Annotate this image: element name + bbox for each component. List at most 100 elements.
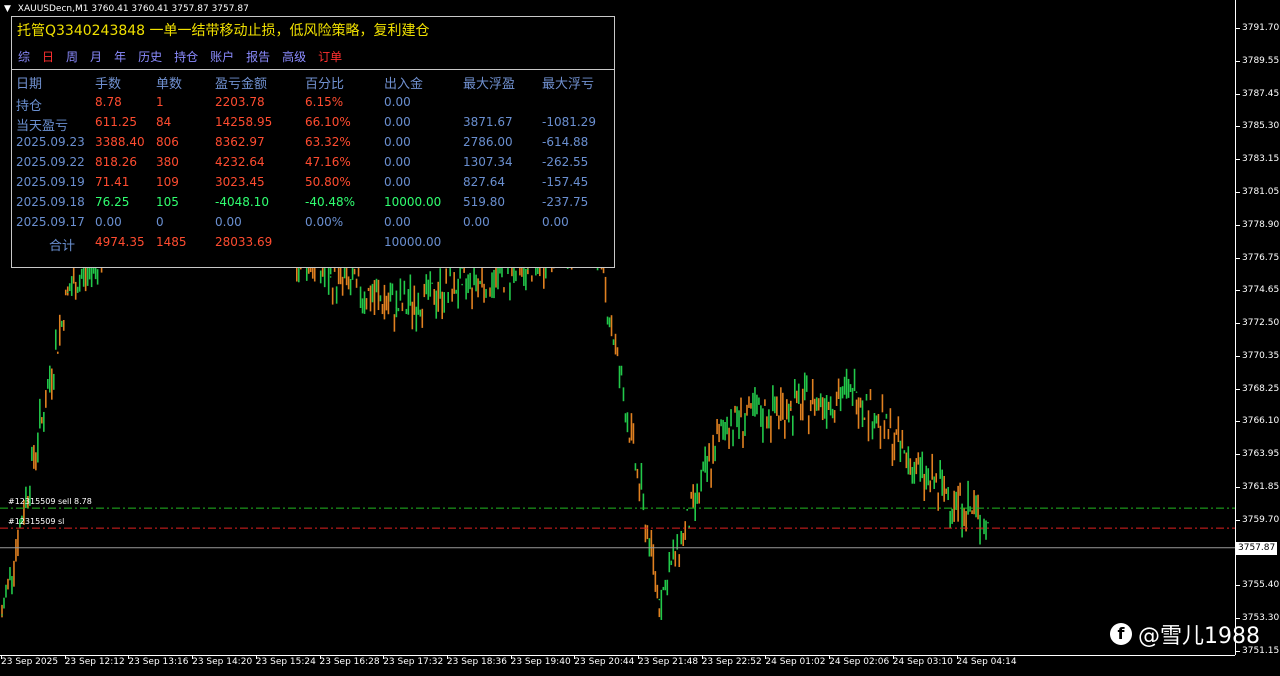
table-cell-orders: 1485 — [156, 235, 187, 249]
table-cell-max-profit: 0.00 — [463, 215, 490, 229]
panel-tab[interactable]: 综 — [18, 48, 30, 65]
panel-tab[interactable]: 年 — [114, 48, 126, 65]
table-cell-max-profit: 3871.67 — [463, 115, 513, 129]
price-axis-label: 3763.95 — [1242, 449, 1280, 460]
column-header: 最大浮亏 — [542, 77, 595, 92]
stats-table-row: 合计 4974.35 1485 28033.69 10000.00 — [12, 235, 614, 255]
table-cell-date: 2025.09.22 — [16, 155, 85, 169]
order-line-label[interactable]: #12315509 sell 8.78 — [8, 497, 92, 506]
stats-table-row: 当天盈亏 611.25 84 14258.95 66.10% 0.00 3871.67 -10… — [12, 115, 614, 135]
panel-tab[interactable]: 周 — [66, 48, 78, 65]
price-axis-label: 3772.50 — [1242, 318, 1280, 329]
panel-tabs: 综日周月年历史 持仓 账户 报告 高级 订单 — [18, 48, 354, 65]
price-axis-tick — [1236, 28, 1240, 29]
time-axis-label: 23 Sep 16:28 — [319, 657, 380, 667]
price-axis-label: 3770.35 — [1242, 350, 1280, 361]
table-cell-lots: 0.00 — [95, 215, 122, 229]
table-cell-orders: 84 — [156, 115, 172, 129]
symbol-header-text: XAUUSDecn,M1 3760.41 3760.41 3757.87 375… — [17, 4, 249, 14]
stats-table-row: 2025.09.18 76.25 105 -4048.10 -40.48% 10000.0… — [12, 195, 614, 215]
price-axis-tick — [1236, 487, 1240, 489]
column-header: 盈亏金额 — [215, 77, 268, 92]
stats-table-header: 日期 手数 单数 盈亏金额 百分比 出入金 最大浮盈 最大浮亏 — [12, 73, 614, 93]
collapse-triangle-icon[interactable]: ▼ — [4, 4, 11, 14]
time-axis[interactable]: 23 Sep 2025 23 Sep 12:12 23 Sep 13:16 23 Se… — [0, 655, 1235, 676]
price-axis[interactable]: 3791.70 3789.55 3787.45 3785.30 3783.15 3781.… — [1235, 0, 1280, 656]
facebook-icon: f — [1110, 623, 1132, 645]
table-cell-pnl: 8362.97 — [215, 135, 265, 149]
price-axis-tick — [1236, 191, 1240, 193]
table-cell-pnl: 28033.69 — [215, 235, 273, 249]
price-axis-tick — [1236, 519, 1240, 521]
panel-tab[interactable]: 订单 — [318, 48, 342, 65]
price-point — [921, 475, 924, 478]
price-point — [66, 291, 69, 294]
price-axis-label: 3789.55 — [1242, 55, 1280, 66]
table-cell-max-loss: -237.75 — [542, 195, 589, 209]
price-axis-label: 3761.85 — [1242, 482, 1280, 493]
table-cell-funds: 10000.00 — [384, 235, 442, 249]
table-cell-orders: 109 — [156, 175, 179, 189]
time-axis-label: 23 Sep 14:20 — [192, 657, 253, 667]
price-axis-tick — [1236, 290, 1240, 292]
price-axis-tick — [1236, 388, 1240, 390]
table-cell-max-loss: 0.00 — [542, 215, 569, 229]
table-cell-pct: 0.00% — [305, 215, 344, 229]
price-point — [461, 283, 463, 286]
current-price-label: 3757.87 — [1236, 541, 1278, 555]
table-cell-orders: 806 — [156, 135, 179, 149]
column-header: 手数 — [95, 77, 122, 92]
table-cell-orders: 0 — [156, 215, 164, 229]
table-cell-funds: 0.00 — [384, 135, 411, 149]
table-cell-date: 合计 — [49, 239, 76, 254]
stop-loss-line-label[interactable]: #12315509 sl — [8, 517, 64, 526]
table-cell-date: 2025.09.23 — [16, 135, 85, 149]
price-point — [329, 276, 332, 278]
table-cell-funds: 0.00 — [384, 95, 411, 109]
table-cell-lots: 4974.35 — [95, 235, 145, 249]
table-cell-date: 当天盈亏 — [16, 119, 69, 134]
time-axis-label: 23 Sep 12:12 — [64, 657, 125, 667]
price-point — [395, 306, 398, 309]
table-cell-lots: 818.26 — [95, 155, 137, 169]
price-point — [987, 521, 989, 524]
panel-tab[interactable]: 报告 — [246, 48, 270, 65]
table-cell-pnl: 14258.95 — [215, 115, 273, 129]
table-cell-pct: 50.80% — [305, 175, 351, 189]
table-cell-max-profit: 519.80 — [463, 195, 505, 209]
price-point — [527, 268, 529, 271]
panel-tab[interactable]: 账户 — [210, 48, 234, 65]
table-cell-funds: 0.00 — [384, 115, 411, 129]
table-cell-pnl: -4048.10 — [215, 195, 269, 209]
table-cell-pct: 63.32% — [305, 135, 351, 149]
panel-tab[interactable]: 高级 — [282, 48, 306, 65]
time-axis-label: 24 Sep 04:14 — [956, 657, 1017, 667]
table-cell-funds: 0.00 — [384, 175, 411, 189]
time-axis-label: 23 Sep 21:48 — [638, 657, 699, 667]
stats-table-row: 持仓 8.78 1 2203.78 6.15% 0.00 — [12, 95, 614, 115]
table-cell-pnl: 4232.64 — [215, 155, 265, 169]
table-cell-lots: 76.25 — [95, 195, 130, 209]
time-axis-label: 24 Sep 03:10 — [892, 657, 953, 667]
time-axis-label: 23 Sep 18:36 — [446, 657, 507, 667]
panel-tab[interactable]: 持仓 — [174, 48, 198, 65]
price-axis-label: 3787.45 — [1242, 88, 1280, 99]
symbol-header: ▼ XAUUSDecn,M1 3760.41 3760.41 3757.87 3… — [4, 4, 249, 14]
panel-tab[interactable]: 月 — [90, 48, 102, 65]
panel-tab[interactable]: 日 — [42, 48, 54, 65]
table-cell-max-profit: 827.64 — [463, 175, 505, 189]
table-cell-lots: 8.78 — [95, 95, 122, 109]
price-axis-tick — [1236, 257, 1240, 259]
price-point — [1, 614, 3, 616]
price-axis-label: 3783.15 — [1242, 154, 1280, 165]
time-axis-label: 23 Sep 20:44 — [574, 657, 635, 667]
table-cell-date: 持仓 — [16, 99, 43, 114]
table-cell-lots: 71.41 — [95, 175, 130, 189]
panel-tab[interactable]: 历史 — [138, 48, 162, 65]
price-axis-label: 3785.30 — [1242, 121, 1280, 132]
table-cell-max-loss: -157.45 — [542, 175, 589, 189]
price-axis-label: 3774.65 — [1242, 285, 1280, 296]
time-axis-label: 23 Sep 2025 — [1, 657, 59, 667]
time-axis-label: 24 Sep 01:02 — [765, 657, 826, 667]
price-axis-tick — [1236, 585, 1240, 587]
